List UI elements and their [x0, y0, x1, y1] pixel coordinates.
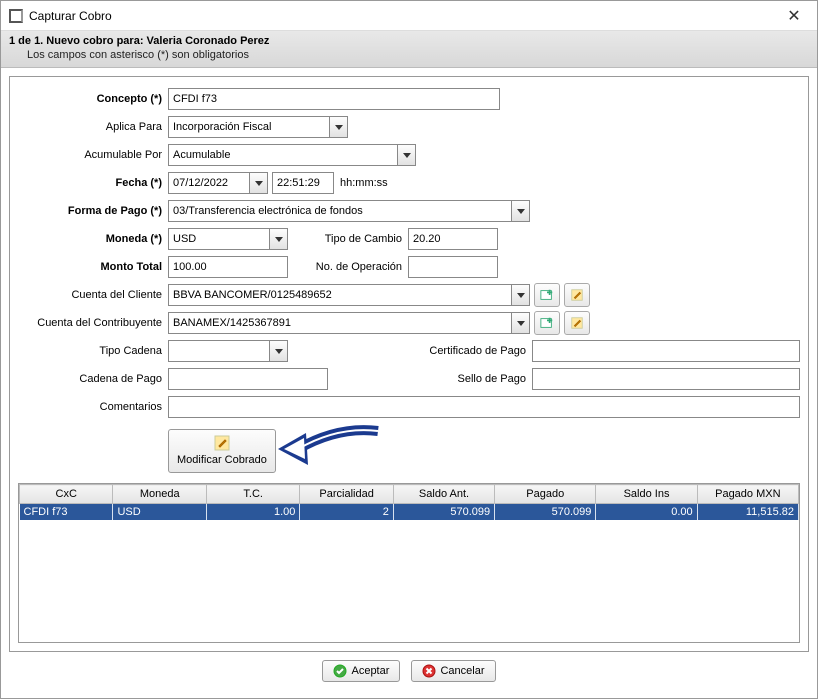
label-hhmmss: hh:mm:ss — [340, 177, 388, 189]
label-comentarios: Comentarios — [18, 401, 168, 413]
edit-icon — [570, 288, 584, 302]
fecha-input[interactable]: 07/12/2022 — [168, 172, 268, 194]
chevron-down-icon[interactable] — [397, 145, 415, 165]
chevron-down-icon[interactable] — [511, 285, 529, 305]
table-row[interactable]: CFDI f73 USD 1.00 2 570.099 570.099 0.00… — [20, 504, 799, 521]
cancel-circle-icon — [422, 664, 436, 678]
label-cadena-pago: Cadena de Pago — [18, 373, 168, 385]
fecha-value: 07/12/2022 — [169, 177, 249, 189]
label-tipo-cambio: Tipo de Cambio — [288, 233, 408, 245]
monto-input[interactable] — [168, 256, 288, 278]
aceptar-button[interactable]: Aceptar — [322, 660, 400, 682]
no-op-input[interactable] — [408, 256, 498, 278]
moneda-value: USD — [169, 233, 269, 245]
modificar-cobrado-button[interactable]: Modificar Cobrado — [168, 429, 276, 473]
cuenta-cliente-value: BBVA BANCOMER/0125489652 — [169, 289, 511, 301]
edit-icon — [570, 316, 584, 330]
col-moneda[interactable]: Moneda — [113, 485, 206, 504]
col-cxc[interactable]: CxC — [20, 485, 113, 504]
add-contrib-button[interactable] — [534, 311, 560, 335]
tipo-cadena-select[interactable] — [168, 340, 288, 362]
add-icon — [540, 288, 554, 302]
edit-account-button[interactable] — [564, 283, 590, 307]
modificar-label: Modificar Cobrado — [177, 454, 267, 466]
col-pagado[interactable]: Pagado — [495, 485, 596, 504]
header-line1: 1 de 1. Nuevo cobro para: Valeria Corona… — [9, 35, 809, 47]
cancelar-label: Cancelar — [440, 665, 484, 677]
edit-note-icon — [213, 434, 231, 452]
forma-pago-select[interactable]: 03/Transferencia electrónica de fondos — [168, 200, 530, 222]
col-pagado-mxn[interactable]: Pagado MXN — [697, 485, 798, 504]
cancelar-button[interactable]: Cancelar — [411, 660, 495, 682]
col-saldo-ins[interactable]: Saldo Ins — [596, 485, 697, 504]
label-moneda: Moneda (*) — [18, 233, 168, 245]
label-tipo-cadena: Tipo Cadena — [18, 345, 168, 357]
label-acumulable: Acumulable Por — [18, 149, 168, 161]
cadena-pago-input — [168, 368, 328, 390]
aplica-para-value: Incorporación Fiscal — [169, 121, 329, 133]
forma-pago-value: 03/Transferencia electrónica de fondos — [169, 205, 511, 217]
header-band: 1 de 1. Nuevo cobro para: Valeria Corona… — [1, 31, 817, 68]
chevron-down-icon[interactable] — [249, 173, 267, 193]
check-circle-icon — [333, 664, 347, 678]
sello-pago-input — [532, 368, 800, 390]
chevron-down-icon[interactable] — [269, 341, 287, 361]
cell-moneda: USD — [113, 504, 206, 521]
cell-tc: 1.00 — [206, 504, 299, 521]
annotation-arrow-icon — [278, 421, 388, 475]
cell-cxc: CFDI f73 — [20, 504, 113, 521]
titlebar: Capturar Cobro ✕ — [1, 1, 817, 31]
add-account-button[interactable] — [534, 283, 560, 307]
tipo-cambio-input[interactable] — [408, 228, 498, 250]
aplica-para-select[interactable]: Incorporación Fiscal — [168, 116, 348, 138]
col-tc[interactable]: T.C. — [206, 485, 299, 504]
cell-saldo-ins: 0.00 — [596, 504, 697, 521]
col-saldo-ant[interactable]: Saldo Ant. — [393, 485, 494, 504]
cuenta-cliente-select[interactable]: BBVA BANCOMER/0125489652 — [168, 284, 530, 306]
chevron-down-icon[interactable] — [511, 201, 529, 221]
hora-input[interactable] — [272, 172, 334, 194]
acumulable-select[interactable]: Acumulable — [168, 144, 416, 166]
cell-pagado: 570.099 — [495, 504, 596, 521]
label-sello: Sello de Pago — [328, 373, 532, 385]
cuenta-contrib-select[interactable]: BANAMEX/1425367891 — [168, 312, 530, 334]
cell-pagado-mxn: 11,515.82 — [697, 504, 798, 521]
header-line2: Los campos con asterisco (*) son obligat… — [27, 49, 809, 61]
cuenta-contrib-value: BANAMEX/1425367891 — [169, 317, 511, 329]
chevron-down-icon[interactable] — [511, 313, 529, 333]
label-forma-pago: Forma de Pago (*) — [18, 205, 168, 217]
concepto-input[interactable] — [168, 88, 500, 110]
aceptar-label: Aceptar — [351, 665, 389, 677]
label-certificado: Certificado de Pago — [288, 345, 532, 357]
comentarios-input[interactable] — [168, 396, 800, 418]
cell-saldo-ant: 570.099 — [393, 504, 494, 521]
chevron-down-icon[interactable] — [269, 229, 287, 249]
edit-contrib-button[interactable] — [564, 311, 590, 335]
window-title: Capturar Cobro — [29, 9, 779, 23]
app-logo-icon — [9, 9, 23, 23]
certificado-input — [532, 340, 800, 362]
label-cuenta-contrib: Cuenta del Contribuyente — [18, 317, 168, 329]
moneda-select[interactable]: USD — [168, 228, 288, 250]
label-cuenta-cliente: Cuenta del Cliente — [18, 289, 168, 301]
add-icon — [540, 316, 554, 330]
label-monto: Monto Total — [18, 261, 168, 273]
label-fecha: Fecha (*) — [18, 177, 168, 189]
label-concepto: Concepto (*) — [18, 93, 168, 105]
cobros-grid[interactable]: CxC Moneda T.C. Parcialidad Saldo Ant. P… — [18, 483, 800, 643]
label-aplica-para: Aplica Para — [18, 121, 168, 133]
cell-parcialidad: 2 — [300, 504, 393, 521]
close-icon[interactable]: ✕ — [779, 6, 809, 26]
col-parcialidad[interactable]: Parcialidad — [300, 485, 393, 504]
acumulable-value: Acumulable — [169, 149, 397, 161]
label-no-op: No. de Operación — [288, 261, 408, 273]
chevron-down-icon[interactable] — [329, 117, 347, 137]
